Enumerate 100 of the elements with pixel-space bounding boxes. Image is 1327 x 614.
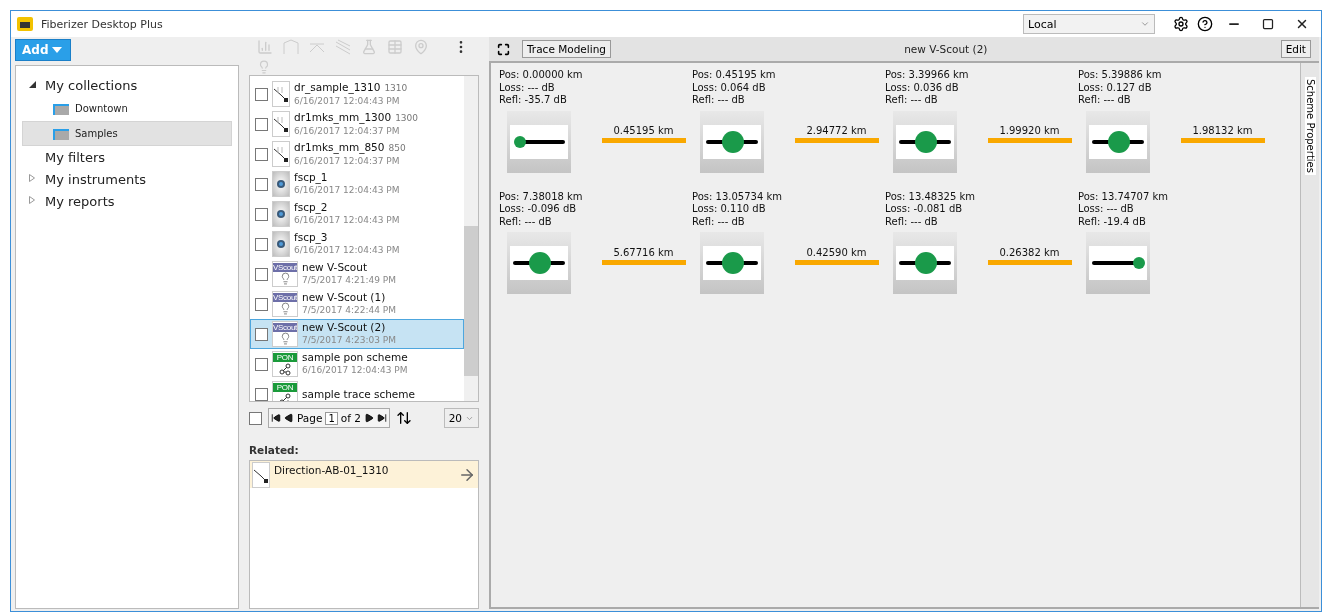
file-date: 6/16/2017 12:04:37 PM (294, 154, 401, 168)
file-name: dr1mks_mm_850 850 (294, 140, 406, 155)
sort-icon[interactable] (395, 410, 412, 426)
event-position: Pos: 13.48325 km (885, 190, 976, 203)
file-item[interactable]: fscp_1 6/16/2017 12:04:43 PM (250, 169, 464, 199)
file-name: fscp_2 (294, 201, 329, 214)
collapsed-caret-icon[interactable] (29, 174, 35, 182)
file-name: new V-Scout (1) (302, 291, 387, 304)
collection-item[interactable]: Samples (22, 121, 232, 146)
span-length: 1.98132 km (1192, 125, 1253, 136)
event-loss: Loss: --- dB (499, 81, 556, 94)
event-tile[interactable] (1086, 232, 1150, 294)
event-marker-icon (703, 246, 761, 280)
event-marker-icon (703, 124, 761, 159)
checkbox[interactable] (255, 267, 268, 281)
file-name: new V-Scout (2) (302, 321, 387, 334)
file-name: dr1mks_mm_1300 1300 (294, 110, 419, 125)
file-item[interactable]: VScout new V-Scout 7/5/2017 4:21:49 PM (250, 259, 464, 289)
event-loss: Loss: 0.110 dB (692, 203, 767, 216)
checkbox[interactable] (255, 87, 268, 101)
next-page-icon[interactable] (363, 413, 374, 423)
file-item[interactable]: PON sample trace scheme (250, 379, 464, 401)
checkbox[interactable] (255, 387, 268, 401)
maximize-icon[interactable] (1262, 18, 1274, 30)
tree-item[interactable]: My reports (45, 193, 115, 209)
page-count: of 2 (340, 412, 361, 424)
location-dropdown[interactable]: Local (1023, 14, 1155, 34)
scheme-properties-tab[interactable]: Scheme Properties (1304, 77, 1316, 175)
expanded-caret-icon[interactable] (29, 80, 36, 88)
scheme-title: new V-Scout (2) (903, 43, 989, 55)
scrollbar[interactable] (464, 76, 478, 401)
event-tile[interactable] (893, 232, 957, 294)
network-scheme-icon: PON (272, 381, 298, 401)
last-page-icon[interactable] (376, 413, 387, 423)
event-tile[interactable] (507, 232, 571, 294)
select-all-checkbox[interactable] (249, 411, 262, 425)
file-item[interactable]: dr_sample_1310 1310 6/16/2017 12:04:43 PM (250, 79, 464, 109)
event-tile[interactable] (1086, 110, 1150, 173)
tree-item[interactable]: My collections (45, 77, 138, 93)
checkbox[interactable] (255, 147, 268, 161)
file-name: dr_sample_1310 1310 (294, 80, 408, 95)
checkbox[interactable] (255, 117, 268, 131)
file-name: fscp_1 (294, 171, 329, 184)
page-size-dropdown[interactable]: 20 (443, 408, 479, 428)
checkbox[interactable] (255, 237, 268, 251)
file-item[interactable]: PON sample pon scheme 6/16/2017 12:04:43 PM (250, 349, 464, 379)
event-loss: Loss: -0.096 dB (499, 203, 578, 216)
event-marker-icon (1089, 124, 1147, 159)
checkbox[interactable] (255, 177, 268, 191)
event-loss: Loss: 0.036 dB (885, 81, 960, 94)
checkbox[interactable] (255, 357, 268, 371)
app-logo-icon (17, 17, 33, 31)
event-reflectance: Refl: --- dB (885, 94, 939, 107)
file-date: 7/5/2017 4:21:49 PM (302, 274, 397, 287)
file-item[interactable]: fscp_2 6/16/2017 12:04:43 PM (250, 199, 464, 229)
file-item[interactable]: dr1mks_mm_850 850 6/16/2017 12:04:37 PM (250, 139, 464, 169)
file-item[interactable]: VScout new V-Scout (1) 7/5/2017 4:22:44 PM (250, 289, 464, 319)
related-item[interactable]: Direction-AB-01_1310 (250, 461, 478, 488)
tree-item[interactable]: My filters (45, 149, 106, 165)
span-length: 0.26382 km (999, 246, 1060, 258)
close-icon[interactable] (1295, 17, 1309, 31)
file-date: 7/5/2017 4:22:44 PM (302, 304, 397, 317)
file-item[interactable]: VScout new V-Scout (2) 7/5/2017 4:23:03 PM (250, 319, 464, 349)
event-tile[interactable] (700, 110, 764, 173)
checkbox[interactable] (255, 297, 268, 311)
page-label: Page (297, 412, 323, 424)
event-loss: Loss: 0.127 dB (1078, 81, 1153, 94)
collapsed-caret-icon[interactable] (29, 196, 35, 204)
span-length: 5.67716 km (613, 246, 674, 258)
caret-icon (52, 47, 63, 53)
page-input[interactable]: 1 (325, 411, 338, 425)
event-tile[interactable] (507, 110, 571, 173)
collection-item[interactable]: Downtown (22, 96, 232, 121)
settings-icon[interactable] (1173, 16, 1189, 32)
folder-icon (53, 127, 69, 140)
file-date: 7/5/2017 4:23:03 PM (302, 334, 397, 347)
expand-icon[interactable] (497, 42, 510, 56)
edit-button[interactable]: Edit (1280, 40, 1311, 58)
file-item[interactable]: fscp_3 6/16/2017 12:04:43 PM (250, 229, 464, 259)
trace-modeling-button[interactable]: Trace Modeling (522, 40, 611, 58)
span-length: 2.94772 km (806, 125, 867, 136)
network-scheme-icon: PON (272, 351, 298, 377)
event-marker-icon (896, 124, 954, 159)
event-marker-icon (510, 124, 568, 159)
checkbox[interactable] (255, 207, 268, 221)
tree-item[interactable]: My instruments (45, 171, 147, 187)
event-tile[interactable] (893, 110, 957, 173)
window-title: Fiberizer Desktop Plus (41, 17, 164, 31)
previous-page-icon[interactable] (284, 413, 294, 423)
file-date: 6/16/2017 12:04:43 PM (294, 244, 400, 257)
lightbulb-scheme-icon: VScout (272, 291, 298, 317)
file-date: 6/16/2017 12:04:43 PM (294, 214, 400, 227)
event-tile[interactable] (700, 232, 764, 294)
file-item[interactable]: dr1mks_mm_1300 1300 6/16/2017 12:04:37 PM (250, 109, 464, 139)
event-position: Pos: 5.39886 km (1078, 69, 1163, 82)
first-page-icon[interactable] (271, 413, 281, 423)
help-icon[interactable] (1197, 16, 1213, 32)
checkbox[interactable] (255, 327, 268, 341)
event-reflectance: Refl: --- dB (692, 94, 746, 107)
folder-icon (53, 102, 69, 115)
